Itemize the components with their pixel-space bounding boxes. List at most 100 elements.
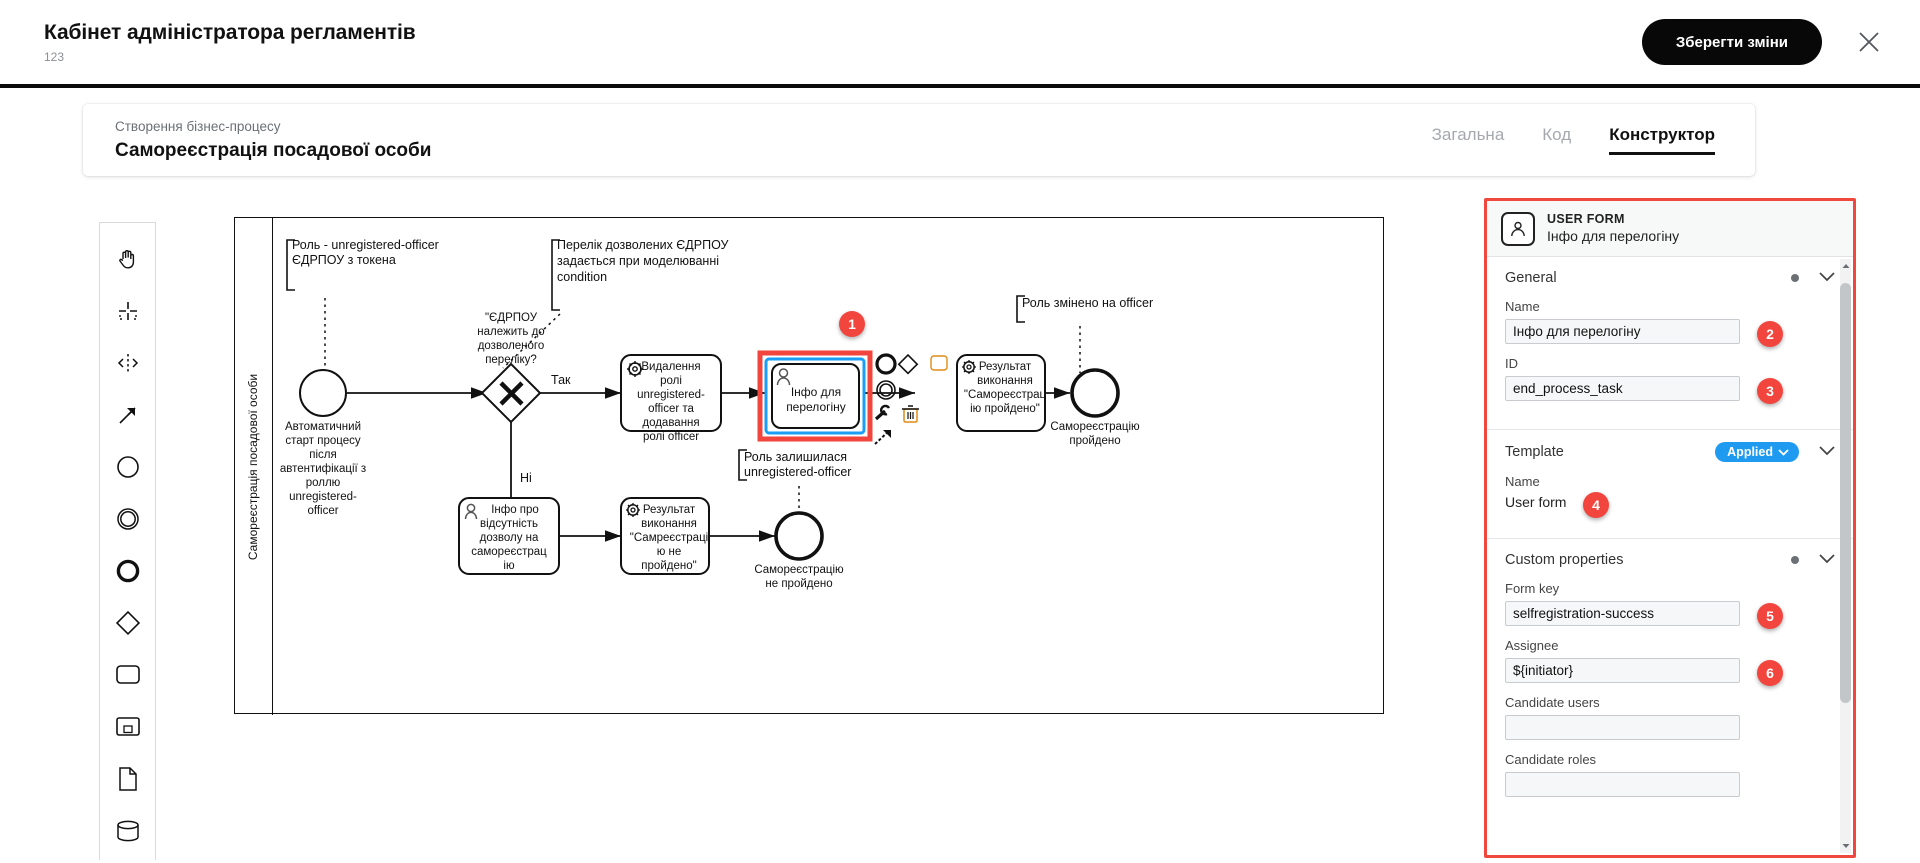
svg-text:officer: officer bbox=[307, 505, 338, 517]
bpmn-pool: Самореєстрація посадової особи Роль - un… bbox=[234, 217, 1384, 715]
svg-text:Роль залишилася: Роль залишилася bbox=[744, 450, 847, 464]
space-tool-icon[interactable] bbox=[105, 337, 151, 389]
top-bar: Кабінет адміністратора регламентів 123 З… bbox=[0, 0, 1920, 88]
form-key-input[interactable] bbox=[1505, 601, 1740, 626]
svg-text:Інфо про: Інфо про bbox=[491, 504, 539, 516]
field-candidate-roles-label: Candidate roles bbox=[1505, 752, 1597, 767]
properties-header-texts: USER FORM Інфо для перелогіну bbox=[1547, 212, 1679, 245]
properties-scrollbar-thumb[interactable] bbox=[1840, 283, 1851, 703]
process-title: Самореєстрація посадової особи bbox=[115, 139, 432, 161]
field-candidate-users-label: Candidate users bbox=[1505, 695, 1600, 710]
callout-marker-4: 4 bbox=[1583, 492, 1609, 518]
bpmn-diagram-svg: Роль - unregistered-officer ЄДРПОУ з ток… bbox=[280, 238, 1153, 590]
svg-text:condition: condition bbox=[557, 270, 607, 284]
hand-tool-icon[interactable] bbox=[105, 233, 151, 285]
scroll-down-arrow-icon[interactable] bbox=[1840, 839, 1851, 853]
svg-text:старт процесу: старт процесу bbox=[285, 435, 361, 447]
scroll-up-arrow-icon[interactable] bbox=[1840, 259, 1851, 273]
chevron-down-icon[interactable] bbox=[1819, 551, 1835, 569]
bpmn-node-end-event-fail: Самореєстрацію не пройдено bbox=[754, 511, 844, 590]
bpmn-palette bbox=[99, 222, 156, 860]
svg-text:Роль змінено на officer: Роль змінено на officer bbox=[1022, 296, 1153, 310]
save-changes-button[interactable]: Зберегти зміни bbox=[1641, 19, 1822, 65]
candidate-roles-input[interactable] bbox=[1505, 772, 1740, 797]
svg-text:дозволу на: дозволу на bbox=[480, 532, 539, 544]
group-status-dot-icon bbox=[1791, 556, 1799, 564]
bpmn-node-service-task-roles: Видалення ролі unregistered- officer та … bbox=[620, 354, 722, 443]
bpmn-node-user-task-no-permission: Інфо про відсутність дозволу на самореєс… bbox=[458, 497, 560, 575]
bpmn-node-service-task-result-fail: Результат виконання "Самреєстраці ю не п… bbox=[620, 497, 710, 575]
annotation-role-unregistered: Роль - unregistered-officer ЄДРПОУ з ток… bbox=[286, 238, 439, 373]
svg-text:Роль - unregistered-officer: Роль - unregistered-officer bbox=[292, 238, 439, 252]
tab-constructor[interactable]: Конструктор bbox=[1609, 125, 1715, 155]
process-pretitle: Створення бізнес-процесу bbox=[115, 119, 281, 135]
properties-body[interactable]: General Name 2 ID 3 bbox=[1487, 257, 1853, 855]
properties-header: USER FORM Інфо для перелогіну bbox=[1487, 201, 1853, 257]
properties-group-general: General Name 2 ID 3 bbox=[1487, 257, 1853, 430]
svg-text:не пройдено: не пройдено bbox=[765, 578, 832, 590]
process-card-titles: Створення бізнес-процесу Самореєстрація … bbox=[115, 118, 431, 162]
assignee-input[interactable] bbox=[1505, 658, 1740, 683]
svg-text:самореєстрац: самореєстрац bbox=[471, 546, 547, 558]
bpmn-canvas[interactable]: Самореєстрація посадової особи Роль - un… bbox=[156, 200, 1456, 860]
bpmn-node-service-task-result-ok: Результат виконання "Самореєстрац ію про… bbox=[956, 354, 1047, 432]
svg-text:ролі: ролі bbox=[660, 375, 682, 387]
svg-text:роллю: роллю bbox=[306, 477, 341, 489]
subprocess-icon[interactable] bbox=[105, 701, 151, 753]
app-title: Кабінет адміністратора регламентів bbox=[44, 21, 416, 45]
top-bar-actions: Зберегти зміни bbox=[1641, 19, 1920, 65]
connect-tool-icon[interactable] bbox=[105, 389, 151, 441]
properties-group-general-header[interactable]: General bbox=[1505, 269, 1835, 287]
task-icon[interactable] bbox=[105, 649, 151, 701]
svg-text:пройдено: пройдено bbox=[1069, 435, 1120, 447]
end-event-icon[interactable] bbox=[105, 545, 151, 597]
properties-group-template-header[interactable]: Template Applied bbox=[1505, 442, 1835, 462]
bpmn-context-pad bbox=[874, 353, 948, 445]
field-id-label: ID bbox=[1505, 356, 1518, 371]
data-object-icon[interactable] bbox=[105, 753, 151, 805]
start-event-icon[interactable] bbox=[105, 441, 151, 493]
delete-icon bbox=[902, 405, 919, 423]
svg-text:Самореєстрацію: Самореєстрацію bbox=[1050, 421, 1140, 433]
properties-element-type: USER FORM bbox=[1547, 211, 1625, 226]
svg-text:Перелік дозволених ЄДРПОУ: Перелік дозволених ЄДРПОУ bbox=[557, 238, 729, 252]
chevron-down-icon[interactable] bbox=[1819, 269, 1835, 287]
properties-group-template-title: Template bbox=[1505, 444, 1564, 460]
svg-text:автентифікації з: автентифікації з bbox=[280, 463, 366, 475]
lasso-tool-icon[interactable] bbox=[105, 285, 151, 337]
svg-text:unregistered-: unregistered- bbox=[289, 491, 357, 503]
svg-text:unregistered-: unregistered- bbox=[637, 389, 705, 401]
template-applied-badge[interactable]: Applied bbox=[1715, 442, 1799, 462]
close-icon[interactable] bbox=[1852, 25, 1886, 59]
candidate-users-input[interactable] bbox=[1505, 715, 1740, 740]
properties-group-custom-header[interactable]: Custom properties bbox=[1505, 551, 1835, 569]
svg-text:дозволеного: дозволеного bbox=[478, 340, 545, 352]
svg-text:Результат: Результат bbox=[643, 504, 696, 516]
properties-group-general-title: General bbox=[1505, 270, 1557, 286]
svg-text:виконання: виконання bbox=[641, 518, 697, 530]
chevron-down-icon[interactable] bbox=[1819, 443, 1835, 461]
intermediate-event-icon[interactable] bbox=[105, 493, 151, 545]
flow-label-yes: Так bbox=[551, 373, 571, 387]
tab-general[interactable]: Загальна bbox=[1432, 125, 1505, 155]
svg-text:відсутність: відсутність bbox=[480, 518, 538, 530]
field-template-name-label: Name bbox=[1505, 474, 1540, 489]
data-store-icon[interactable] bbox=[105, 805, 151, 857]
append-gateway-icon bbox=[897, 353, 919, 375]
bpmn-node-user-task-relogin: Інфо для перелогіну bbox=[757, 350, 873, 442]
field-candidate-users: Candidate users bbox=[1505, 695, 1835, 740]
wrench-icon bbox=[874, 404, 891, 421]
field-form-key-label: Form key bbox=[1505, 581, 1560, 596]
callout-marker-6: 6 bbox=[1757, 660, 1783, 686]
name-input[interactable] bbox=[1505, 319, 1740, 344]
tab-code[interactable]: Код bbox=[1542, 125, 1571, 155]
properties-group-custom-title: Custom properties bbox=[1505, 552, 1624, 568]
gateway-icon[interactable] bbox=[105, 597, 151, 649]
callout-marker-1: 1 bbox=[839, 311, 865, 337]
group-status-dot-icon bbox=[1791, 274, 1799, 282]
id-input[interactable] bbox=[1505, 376, 1740, 401]
field-assignee-label: Assignee bbox=[1505, 638, 1559, 653]
field-form-key: Form key 5 bbox=[1505, 581, 1835, 629]
template-name-value: User form bbox=[1505, 494, 1567, 510]
svg-text:"Самореєстрац: "Самореєстрац bbox=[964, 389, 1047, 401]
